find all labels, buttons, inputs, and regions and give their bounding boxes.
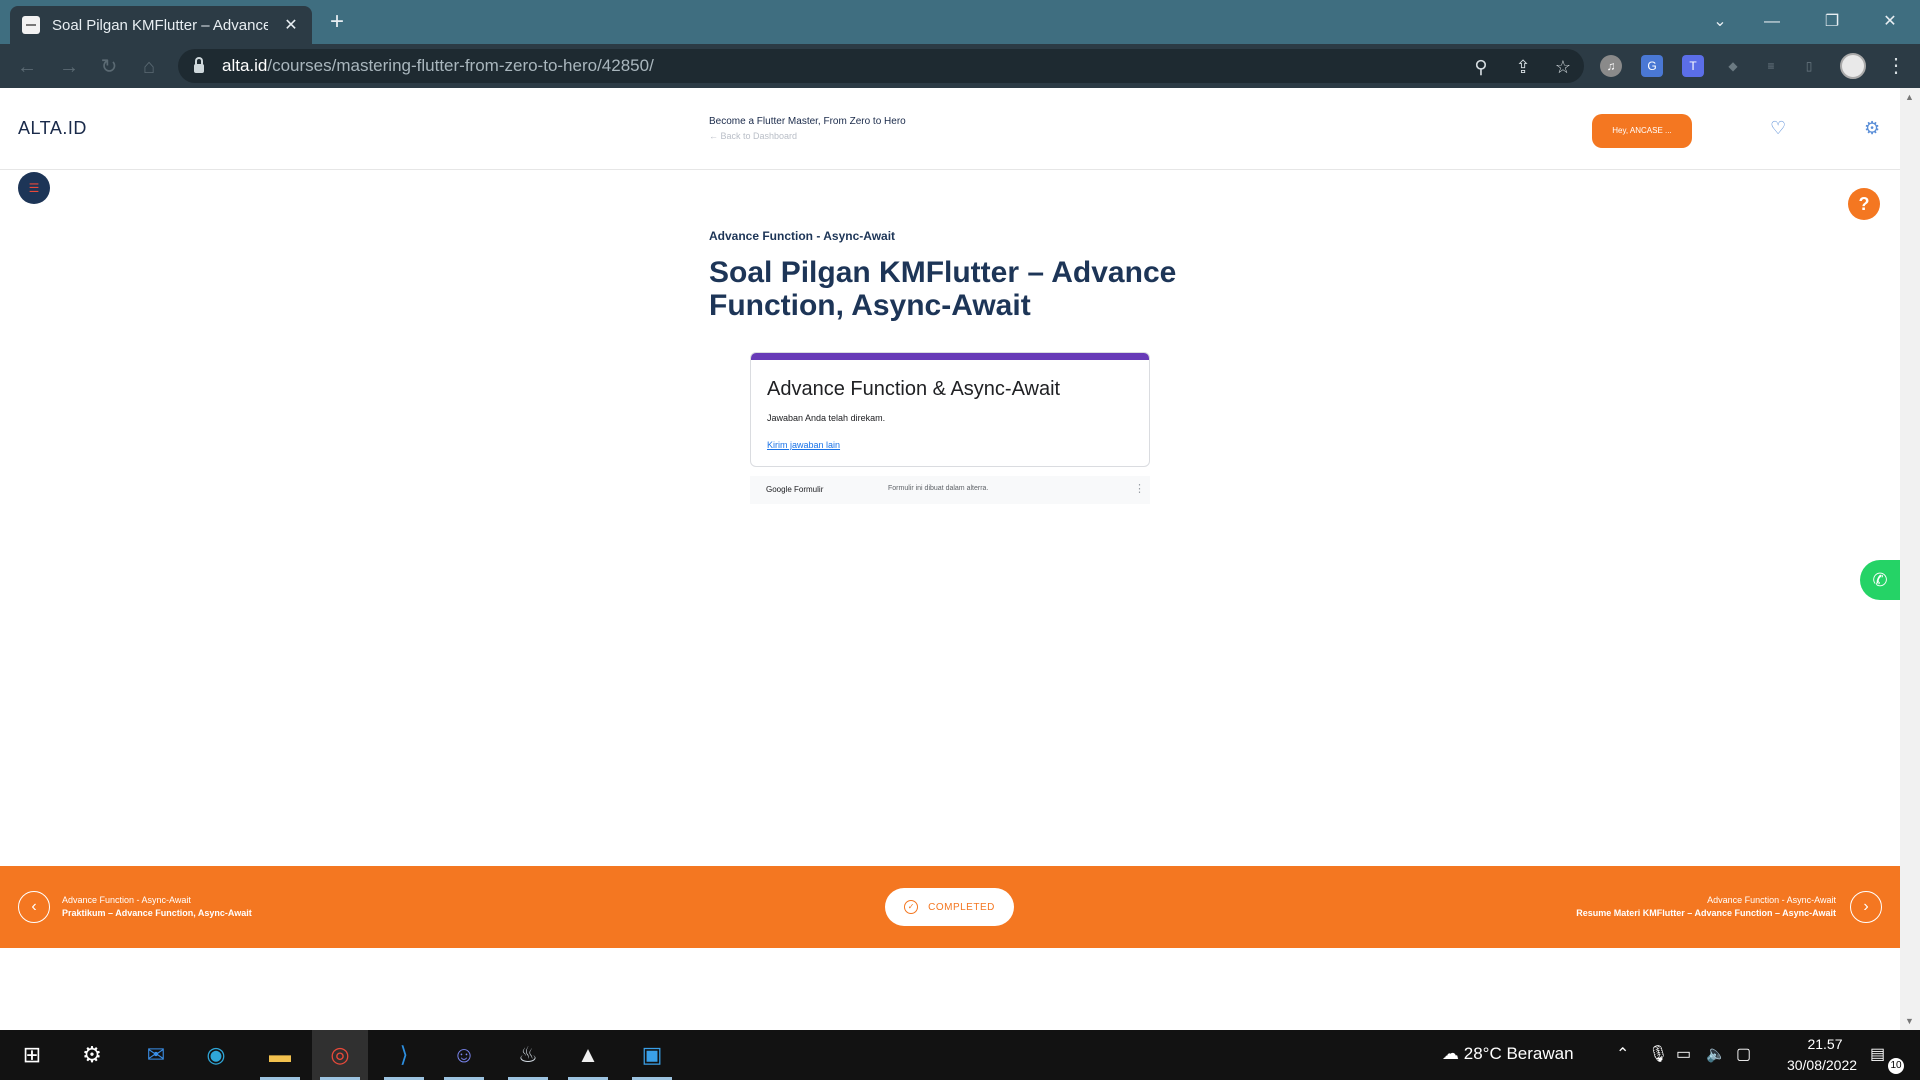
extension-translate-icon[interactable]: G <box>1641 55 1663 77</box>
back-link-label: Back to Dashboard <box>720 131 798 141</box>
completed-label: COMPLETED <box>928 901 995 913</box>
profile-avatar[interactable] <box>1840 53 1866 79</box>
windows-taskbar: ⊞ ⚙ ✉ ◉ ▬ ◎ ⟩ ☺ ♨ ▲ ▣ ☁ 28°C Berawan ⌃ 🎙… <box>0 1030 1920 1080</box>
form-title: Advance Function & Async-Await <box>767 378 1061 400</box>
site-logo[interactable]: ALTA.ID <box>18 118 87 139</box>
form-owner-note: Formulir ini dibuat dalam alterra. <box>888 485 989 492</box>
notification-count-badge: 10 <box>1888 1058 1904 1074</box>
steam-icon[interactable]: ♨ <box>500 1030 556 1080</box>
mail-icon[interactable]: ✉ <box>128 1030 184 1080</box>
back-to-dashboard-link[interactable]: ← Back to Dashboard <box>709 131 797 141</box>
edge-browser-icon[interactable]: ◉ <box>188 1030 244 1080</box>
form-response-message: Jawaban Anda telah direkam. <box>767 413 886 423</box>
vscode-icon[interactable]: ⟩ <box>376 1030 432 1080</box>
prev-lesson-title[interactable]: Praktikum – Advance Function, Async-Awai… <box>62 908 252 918</box>
extension-generic-icon[interactable]: ◆ <box>1722 55 1744 77</box>
cloud-icon: ☁ <box>1442 1044 1459 1063</box>
check-circle-icon: ✓ <box>904 900 919 914</box>
battery-icon[interactable]: ▭ <box>1676 1044 1691 1064</box>
site-favicon-icon <box>22 16 40 34</box>
google-form-card: Advance Function & Async-Await Jawaban A… <box>750 352 1150 467</box>
extension-music-icon[interactable]: ♫ <box>1600 55 1622 77</box>
reload-icon[interactable]: ↻ <box>96 54 122 80</box>
left-arrow-icon: ← <box>709 131 718 141</box>
home-icon[interactable]: ⌂ <box>136 54 162 80</box>
tray-overflow-chevron-icon[interactable]: ⌃ <box>1616 1044 1629 1064</box>
close-window-button[interactable]: ✕ <box>1870 8 1910 36</box>
reading-list-icon[interactable]: ≡ <box>1760 55 1782 77</box>
whatsapp-icon[interactable]: ✆ <box>1860 560 1900 600</box>
minimize-button[interactable]: — <box>1752 8 1792 36</box>
lesson-breadcrumb: Advance Function - Async-Await <box>709 229 896 243</box>
next-lesson-chevron-icon[interactable]: › <box>1850 891 1882 923</box>
address-bar[interactable]: alta.id/courses/mastering-flutter-from-z… <box>178 49 1584 83</box>
user-label: Hey, ANCASE ... <box>1612 126 1672 135</box>
weather-text: 28°C Berawan <box>1463 1044 1574 1063</box>
more-options-icon[interactable]: ⋮ <box>1134 482 1145 495</box>
clock-date[interactable]: 30/08/2022 <box>1766 1057 1878 1073</box>
network-icon[interactable]: ▢ <box>1736 1044 1751 1064</box>
clock-time[interactable]: 21.57 <box>1790 1036 1860 1052</box>
browser-tabstrip: Soal Pilgan KMFlutter – Advance ✕ + ⌄ — … <box>0 0 1920 44</box>
header-divider <box>0 169 1900 170</box>
google-form-footer: Google Formulir Formulir ini dibuat dala… <box>750 476 1150 504</box>
windows-start-icon[interactable]: ⊞ <box>4 1030 60 1080</box>
page-scrollbar[interactable]: ▲ ▼ <box>1900 88 1920 1030</box>
submit-another-response-link[interactable]: Kirim jawaban lain <box>767 440 840 450</box>
game-app-icon[interactable]: ▲ <box>560 1030 616 1080</box>
lock-icon <box>194 56 204 73</box>
settings-gear-icon[interactable]: ⚙ <box>64 1030 120 1080</box>
browser-toolbar: ← → ↻ ⌂ alta.id/courses/mastering-flutte… <box>0 44 1920 88</box>
weather-widget[interactable]: ☁ 28°C Berawan <box>1442 1044 1574 1064</box>
photos-icon[interactable]: ▣ <box>624 1030 680 1080</box>
side-panel-icon[interactable]: ▯ <box>1798 55 1820 77</box>
course-menu-list-icon[interactable]: ☰ <box>18 172 50 204</box>
browser-tab[interactable]: Soal Pilgan KMFlutter – Advance ✕ <box>10 6 312 44</box>
volume-icon[interactable]: 🔈 <box>1706 1044 1726 1064</box>
tab-search-icon[interactable]: ⌄ <box>1700 8 1740 36</box>
lesson-navigation-bar: ‹ Advance Function - Async-Await Praktik… <box>0 866 1900 948</box>
scroll-up-icon[interactable]: ▲ <box>1905 92 1914 102</box>
previous-lesson-chevron-icon[interactable]: ‹ <box>18 891 50 923</box>
page-title: Soal Pilgan KMFlutter – Advance Function… <box>709 256 1177 322</box>
completed-button[interactable]: ✓ COMPLETED <box>885 888 1014 926</box>
gear-icon[interactable]: ⚙ <box>1864 118 1880 139</box>
next-lesson-section: Advance Function - Async-Await <box>1707 895 1836 905</box>
new-tab-button[interactable]: + <box>322 8 352 38</box>
forward-arrow-icon[interactable]: → <box>56 54 82 80</box>
chrome-icon[interactable]: ◎ <box>312 1030 368 1080</box>
url-path: /courses/mastering-flutter-from-zero-to-… <box>267 56 654 75</box>
tab-title: Soal Pilgan KMFlutter – Advance <box>52 16 268 34</box>
share-icon[interactable]: ⇪ <box>1512 56 1534 78</box>
page-viewport: ALTA.ID Become a Flutter Master, From Ze… <box>0 88 1900 1030</box>
scroll-down-icon[interactable]: ▼ <box>1905 1016 1914 1026</box>
microphone-icon[interactable]: 🎙 <box>1648 1044 1668 1064</box>
notification-center-icon[interactable]: ▤ <box>1870 1044 1885 1064</box>
tab-close-icon[interactable]: ✕ <box>282 15 300 35</box>
bookmark-star-icon[interactable]: ☆ <box>1552 56 1574 78</box>
file-explorer-icon[interactable]: ▬ <box>252 1030 308 1080</box>
next-lesson-title[interactable]: Resume Materi KMFlutter – Advance Functi… <box>1576 908 1836 918</box>
help-question-icon[interactable]: ? <box>1848 188 1880 220</box>
browser-menu-icon[interactable]: ⋮ <box>1886 53 1906 78</box>
zoom-icon[interactable]: ⚲ <box>1470 56 1492 78</box>
heart-icon[interactable]: ♡ <box>1770 118 1786 139</box>
google-forms-brand: Google Formulir <box>766 485 824 494</box>
discord-icon[interactable]: ☺ <box>436 1030 492 1080</box>
url-host: alta.id <box>222 56 268 75</box>
restore-button[interactable]: ❐ <box>1812 8 1852 36</box>
extension-teams-icon[interactable]: T <box>1682 55 1704 77</box>
prev-lesson-section: Advance Function - Async-Await <box>62 895 191 905</box>
header-course-title: Become a Flutter Master, From Zero to He… <box>709 116 906 127</box>
user-menu-button[interactable]: Hey, ANCASE ... <box>1592 114 1692 148</box>
back-arrow-icon[interactable]: ← <box>14 54 40 80</box>
